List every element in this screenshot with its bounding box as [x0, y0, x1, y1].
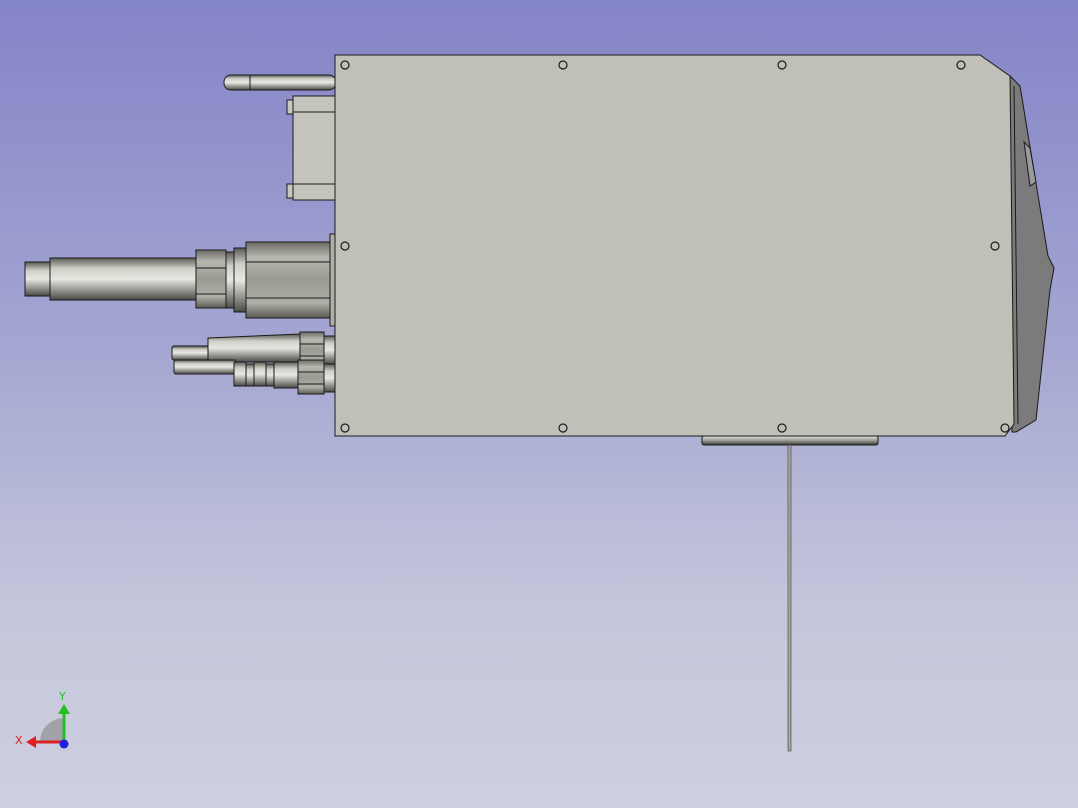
y-axis-label: Y	[58, 690, 66, 703]
y-arrow-icon	[58, 704, 70, 714]
3d-viewport[interactable]: Y X	[0, 0, 1078, 808]
main-housing[interactable]	[334, 54, 1015, 437]
small-fitting-lower[interactable]	[173, 359, 337, 395]
probe-needle[interactable]	[787, 444, 792, 752]
cad-model: Y X	[15, 54, 1055, 752]
z-axis-dot-icon	[59, 739, 69, 749]
x-arrow-icon	[26, 736, 36, 748]
side-face[interactable]	[1009, 74, 1055, 433]
nozzle-plate[interactable]	[701, 435, 879, 446]
x-axis-label: X	[15, 734, 23, 747]
connector-bracket[interactable]	[286, 95, 336, 201]
pin-rod[interactable]	[223, 74, 337, 91]
axis-triad: Y X	[15, 690, 70, 749]
large-fitting[interactable]	[24, 233, 337, 327]
